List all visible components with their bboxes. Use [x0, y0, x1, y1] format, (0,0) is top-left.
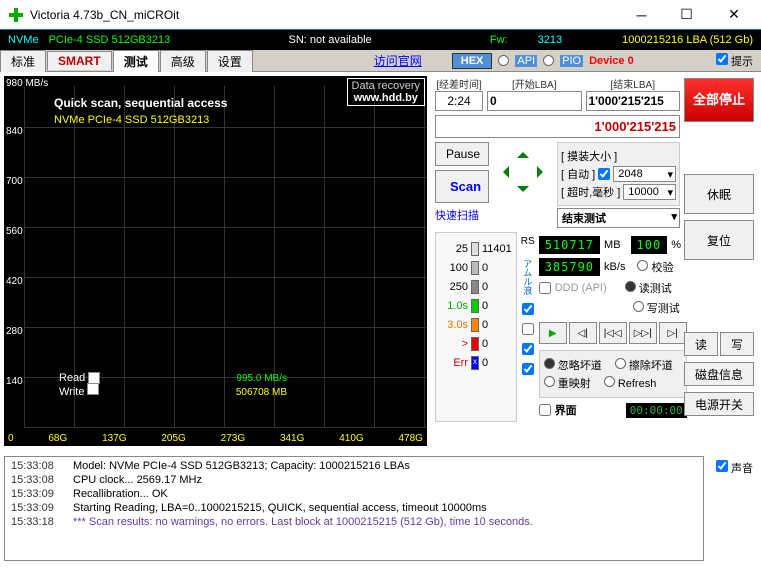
mb-scanned: 510717: [539, 236, 600, 254]
fw-label: Fw:: [490, 34, 508, 46]
graph-title: Quick scan, sequential access: [54, 96, 227, 110]
power-button[interactable]: 电源开关: [684, 392, 754, 416]
tab-bar: 标准 SMART 测试 高级 设置 访问官网 HEX API PIO Devic…: [0, 50, 761, 72]
prev-button[interactable]: ◁|: [569, 322, 597, 344]
navigation-arrows: [493, 142, 553, 202]
close-button[interactable]: ✕: [709, 0, 759, 29]
tab-standard[interactable]: 标准: [0, 50, 46, 72]
sound-checkbox[interactable]: 声音: [716, 460, 753, 557]
fw-version: 3213: [538, 34, 562, 46]
serial-number: SN: not available: [170, 34, 490, 46]
drive-model: PCIe-4 SSD 512GB3213: [49, 34, 171, 46]
hex-button[interactable]: HEX: [452, 53, 493, 69]
window-title: Victoria 4.73b_CN_miCROit: [30, 8, 619, 22]
elapsed-time: 2:24: [435, 91, 483, 111]
tab-settings[interactable]: 设置: [207, 50, 253, 72]
scanned-mb: 506708 MB: [236, 387, 287, 398]
rs-check-2[interactable]: [522, 323, 534, 335]
auto-checkbox[interactable]: [598, 168, 610, 180]
read-test-radio: [625, 281, 636, 292]
next-button[interactable]: ▷|: [659, 322, 687, 344]
refresh-radio: [604, 376, 615, 387]
api-radio[interactable]: [498, 55, 509, 66]
sleep-button[interactable]: 休眠: [684, 174, 754, 214]
ui-checkbox[interactable]: [539, 404, 551, 416]
start-lba-input[interactable]: 0: [487, 91, 582, 111]
timing-stats: 2511401 1000 2500 1.0s0 3.0s0 >0 Errx0: [435, 232, 517, 422]
write-button[interactable]: 写: [720, 332, 754, 356]
ignore-radio: [544, 358, 555, 369]
verify-radio: [637, 260, 648, 271]
final-lba: 1'000'215'215: [435, 115, 680, 138]
arrow-up-icon[interactable]: [517, 146, 529, 158]
capacity: 1000215216 LBA (512 Gb): [622, 34, 753, 46]
end-test-select[interactable]: 结束测试: [557, 208, 680, 228]
website-link[interactable]: 访问官网: [374, 52, 422, 69]
device-label: Device 0: [589, 55, 634, 67]
tab-advanced[interactable]: 高级: [160, 50, 206, 72]
minimize-button[interactable]: ─: [619, 0, 664, 29]
arrow-right-icon[interactable]: [537, 166, 549, 178]
stop-all-button[interactable]: 全部停止: [684, 78, 754, 122]
tab-smart[interactable]: SMART: [47, 51, 112, 70]
rs-check-3[interactable]: [522, 343, 534, 355]
timeout-select[interactable]: 10000: [623, 184, 676, 200]
maximize-button[interactable]: ☐: [664, 0, 709, 29]
write-test-radio: [633, 301, 644, 312]
end-lba-input[interactable]: 1'000'215'215: [586, 91, 681, 111]
rs-check-1[interactable]: [522, 303, 534, 315]
arrow-left-icon[interactable]: [497, 166, 509, 178]
pause-button[interactable]: Pause: [435, 142, 489, 166]
kbs-speed: 385790: [539, 258, 600, 276]
remap-radio: [544, 376, 555, 387]
play-button[interactable]: ▶: [539, 322, 567, 344]
arrow-down-icon[interactable]: [517, 186, 529, 198]
ddd-checkbox[interactable]: [539, 282, 551, 294]
disk-info-button[interactable]: 磁盘信息: [684, 362, 754, 386]
app-icon: [8, 7, 24, 23]
interface-label: NVMe: [8, 34, 39, 46]
rewind-button[interactable]: |◁◁: [599, 322, 627, 344]
reset-button[interactable]: 复位: [684, 220, 754, 260]
ffwd-button[interactable]: ▷▷|: [629, 322, 657, 344]
log-panel[interactable]: 15:33:08Model: NVMe PCIe-4 SSD 512GB3213…: [4, 456, 704, 561]
graph-subtitle: NVMe PCIe-4 SSD 512GB3213: [54, 114, 209, 126]
read-button[interactable]: 读: [684, 332, 718, 356]
tab-test[interactable]: 测试: [113, 50, 159, 72]
speed-graph: 980 MB/s 840 700 560 420 280 140 Data re…: [4, 76, 427, 446]
rs-check-4[interactable]: [522, 363, 534, 375]
title-bar: Victoria 4.73b_CN_miCROit ─ ☐ ✕: [0, 0, 761, 30]
pio-radio[interactable]: [543, 55, 554, 66]
block-size-select[interactable]: 2048: [613, 166, 676, 182]
info-bar: NVMe PCIe-4 SSD 512GB3213 SN: not availa…: [0, 30, 761, 50]
scan-button[interactable]: Scan: [435, 170, 489, 203]
erase-radio: [615, 358, 626, 369]
quick-scan-link[interactable]: 快速扫描: [435, 207, 479, 223]
current-speed: 995.0 MB/s: [236, 373, 287, 384]
write-checkbox[interactable]: [87, 383, 99, 395]
clock: 00:00:00: [626, 403, 687, 418]
recovery-badge[interactable]: Data recovery www.hdd.by: [347, 78, 425, 106]
prompt-checkbox[interactable]: 提示: [716, 53, 753, 69]
